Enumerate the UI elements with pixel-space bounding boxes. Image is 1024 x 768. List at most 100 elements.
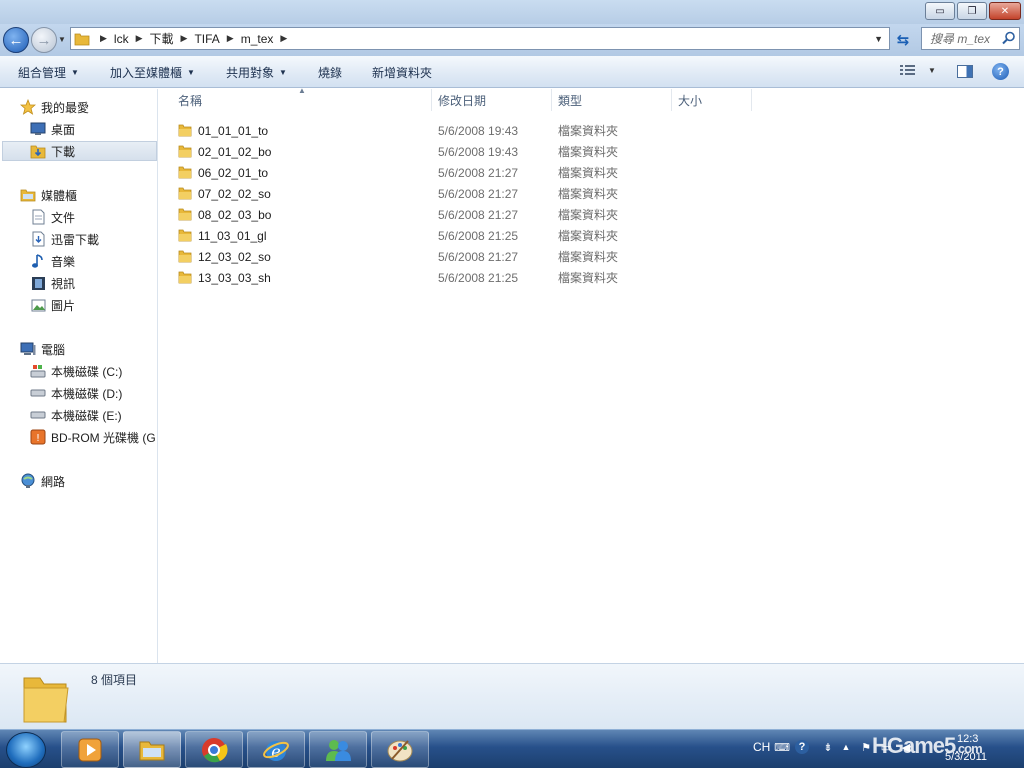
forward-arrow-icon: → bbox=[36, 31, 52, 49]
breadcrumb-item[interactable]: TIFA bbox=[194, 32, 219, 46]
nav-label: 桌面 bbox=[51, 122, 76, 137]
taskbar-ie[interactable]: e bbox=[247, 731, 305, 768]
taskbar-paint[interactable] bbox=[371, 731, 429, 768]
file-type: 檔案資料夾 bbox=[558, 208, 619, 222]
address-bar[interactable]: ▶ lck ▶ 下載 ▶ TIFA ▶ m_tex ▶ ▼ bbox=[70, 27, 890, 50]
taskbar-explorer[interactable] bbox=[123, 731, 181, 768]
show-hidden-icons[interactable]: ▲ bbox=[839, 740, 853, 754]
column-header-name[interactable]: 名稱 ▲ bbox=[160, 86, 432, 111]
picture-icon bbox=[30, 297, 46, 313]
address-dropdown-icon[interactable]: ▼ bbox=[874, 34, 883, 44]
taskbar-messenger[interactable] bbox=[309, 731, 367, 768]
action-center-flag-icon[interactable]: ⚑ bbox=[859, 740, 873, 754]
nav-label: 電腦 bbox=[41, 342, 66, 357]
nav-videos[interactable]: 視訊 bbox=[30, 273, 75, 293]
burn-button[interactable]: 燒錄 bbox=[318, 64, 342, 81]
preview-pane-button[interactable] bbox=[957, 65, 973, 78]
add-to-library-button[interactable]: 加入至媒體櫃 ▼ bbox=[110, 64, 195, 81]
file-list: 名稱 ▲ 修改日期 類型 大小 01_01_01_to 5/6/2008 19:4… bbox=[160, 86, 1024, 663]
file-date: 5/6/2008 21:27 bbox=[438, 207, 519, 222]
close-button[interactable]: ✕ bbox=[989, 2, 1021, 20]
folder-icon bbox=[178, 207, 192, 224]
breadcrumb-chevron-icon[interactable]: ▶ bbox=[280, 33, 287, 44]
nav-xunlei[interactable]: 迅雷下載 bbox=[30, 229, 99, 249]
file-row[interactable]: 12_03_02_so 5/6/2008 21:27 檔案資料夾 bbox=[178, 246, 738, 267]
watermark-main: HGame5 bbox=[872, 733, 956, 758]
column-header-size[interactable]: 大小 bbox=[672, 89, 752, 111]
file-date: 5/6/2008 19:43 bbox=[438, 123, 519, 138]
refresh-button[interactable]: ⇆ bbox=[892, 29, 914, 50]
chevron-down-icon: ▼ bbox=[279, 68, 287, 77]
document-icon bbox=[30, 209, 46, 225]
file-date: 5/6/2008 21:27 bbox=[438, 186, 519, 201]
breadcrumb-item[interactable]: 下載 bbox=[150, 30, 174, 47]
recent-pages-dropdown[interactable]: ▼ bbox=[58, 35, 66, 44]
nav-label: 迅雷下載 bbox=[51, 232, 100, 247]
nav-music[interactable]: 音樂 bbox=[30, 251, 75, 271]
breadcrumb-chevron-icon[interactable]: ▶ bbox=[181, 33, 188, 44]
file-row[interactable]: 01_01_01_to 5/6/2008 19:43 檔案資料夾 bbox=[178, 120, 738, 141]
nav-desktop[interactable]: 桌面 bbox=[30, 119, 75, 139]
taskbar-chrome[interactable] bbox=[185, 731, 243, 768]
column-header-date[interactable]: 修改日期 bbox=[432, 89, 552, 111]
nav-libraries[interactable]: 媒體櫃 bbox=[20, 185, 77, 205]
nav-pictures[interactable]: 圖片 bbox=[30, 295, 75, 315]
file-name: 07_02_02_so bbox=[198, 186, 271, 201]
search-input[interactable]: 搜尋 m_tex bbox=[921, 27, 1020, 50]
maximize-button[interactable]: ❐ bbox=[957, 2, 987, 20]
help-icon[interactable]: ? bbox=[795, 740, 809, 754]
column-label: 大小 bbox=[678, 93, 703, 108]
file-row[interactable]: 08_02_03_bo 5/6/2008 21:27 檔案資料夾 bbox=[178, 204, 738, 225]
file-row[interactable]: 07_02_02_so 5/6/2008 21:27 檔案資料夾 bbox=[178, 183, 738, 204]
start-button[interactable] bbox=[6, 732, 46, 768]
column-header-type[interactable]: 類型 bbox=[552, 89, 672, 111]
file-date: 5/6/2008 21:25 bbox=[438, 228, 519, 243]
network-icon bbox=[20, 473, 36, 489]
file-row[interactable]: 11_03_01_gl 5/6/2008 21:25 檔案資料夾 bbox=[178, 225, 738, 246]
paint-palette-icon bbox=[387, 739, 413, 761]
breadcrumb-chevron-icon[interactable]: ▶ bbox=[136, 33, 143, 44]
folder-icon bbox=[178, 123, 192, 140]
options-icon[interactable]: ⇟ bbox=[821, 740, 835, 754]
language-indicator[interactable]: CH bbox=[753, 740, 770, 754]
keyboard-icon[interactable]: ⌨ bbox=[774, 740, 790, 754]
add-to-library-label: 加入至媒體櫃 bbox=[110, 66, 183, 80]
back-button[interactable]: ← bbox=[3, 27, 29, 53]
refresh-icon: ⇆ bbox=[896, 31, 910, 49]
nav-favorites[interactable]: 我的最愛 bbox=[20, 97, 89, 117]
new-folder-button[interactable]: 新增資料夾 bbox=[372, 64, 432, 81]
folder-icon bbox=[178, 270, 192, 287]
nav-drive-c[interactable]: 本機磁碟 (C:) bbox=[30, 361, 122, 381]
watermark-suffix: .com bbox=[955, 741, 982, 756]
breadcrumb-item[interactable]: lck bbox=[114, 32, 129, 46]
file-type: 檔案資料夾 bbox=[558, 187, 619, 201]
breadcrumb-chevron-icon[interactable]: ▶ bbox=[227, 33, 234, 44]
forward-button[interactable]: → bbox=[31, 27, 57, 53]
breadcrumb-item[interactable]: m_tex bbox=[241, 32, 274, 46]
taskbar-media-player[interactable] bbox=[61, 731, 119, 768]
nav-network[interactable]: 網路 bbox=[20, 471, 65, 491]
file-row[interactable]: 13_03_03_sh 5/6/2008 21:25 檔案資料夾 bbox=[178, 267, 738, 288]
breadcrumb-chevron-icon[interactable]: ▶ bbox=[100, 33, 107, 44]
item-count: 8 個項目 bbox=[91, 673, 138, 687]
organize-button[interactable]: 組合管理 ▼ bbox=[18, 64, 79, 81]
nav-documents[interactable]: 文件 bbox=[30, 207, 75, 227]
change-view-button[interactable]: ▼ bbox=[900, 64, 936, 76]
minimize-button[interactable]: ▭ bbox=[925, 2, 955, 20]
nav-downloads[interactable]: 下載 bbox=[2, 141, 157, 161]
share-with-button[interactable]: 共用對象 ▼ bbox=[226, 64, 287, 81]
nav-drive-e[interactable]: 本機磁碟 (E:) bbox=[30, 405, 122, 425]
nav-computer[interactable]: 電腦 bbox=[20, 339, 65, 359]
burn-label: 燒錄 bbox=[318, 66, 343, 80]
svg-text:!: ! bbox=[36, 433, 40, 444]
file-type: 檔案資料夾 bbox=[558, 271, 619, 285]
nav-label: 下載 bbox=[51, 144, 76, 159]
file-row[interactable]: 02_01_02_bo 5/6/2008 19:43 檔案資料夾 bbox=[178, 141, 738, 162]
help-button[interactable]: ? bbox=[992, 63, 1009, 80]
nav-drive-d[interactable]: 本機磁碟 (D:) bbox=[30, 383, 122, 403]
file-row[interactable]: 06_02_01_to 5/6/2008 21:27 檔案資料夾 bbox=[178, 162, 738, 183]
nav-bdrom[interactable]: ! BD-ROM 光碟機 (G bbox=[30, 427, 158, 447]
system-drive-icon bbox=[30, 363, 46, 379]
nav-label: 視訊 bbox=[51, 276, 76, 291]
file-name: 06_02_01_to bbox=[198, 165, 269, 180]
